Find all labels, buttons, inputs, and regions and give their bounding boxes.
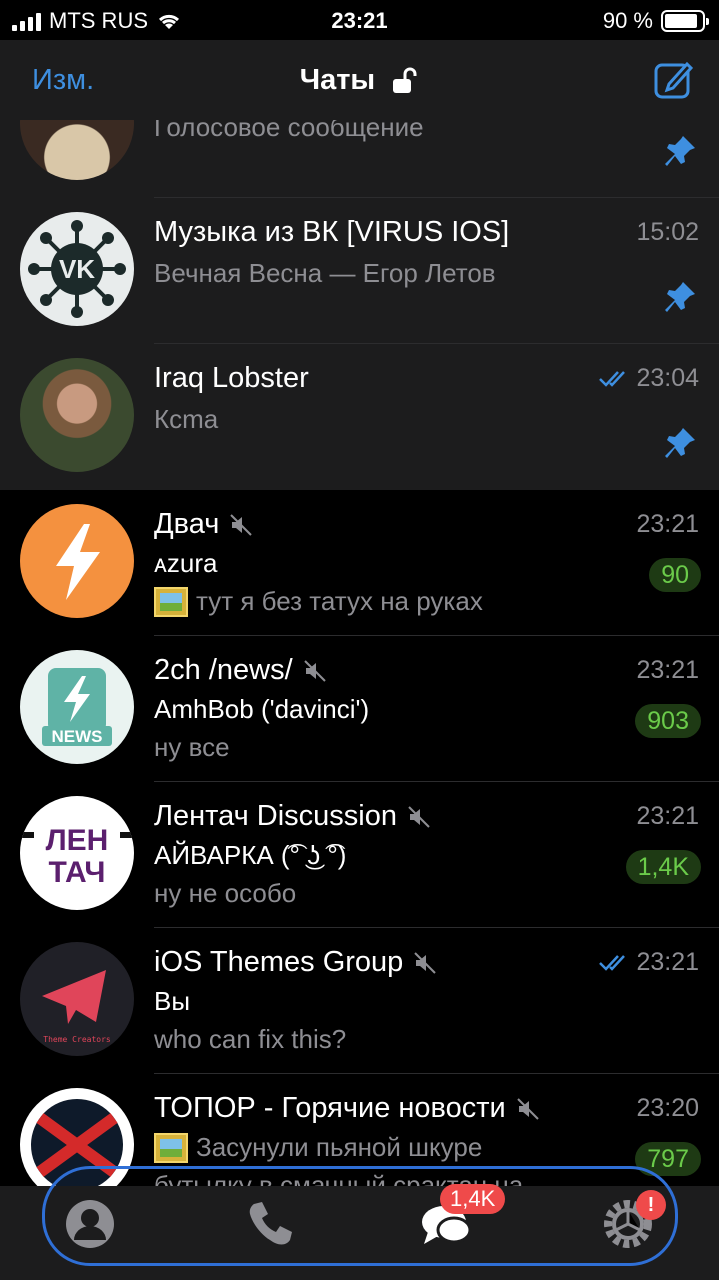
tab-calls[interactable] xyxy=(242,1196,298,1252)
avatar: ЛЕН ТАЧ xyxy=(20,796,134,910)
battery-percent: 90 % xyxy=(602,8,653,33)
lightning-logo-icon xyxy=(56,524,100,600)
chat-name: Музыка из ВК [VIRUS IOS] xyxy=(154,216,510,248)
chat-row[interactable]: ЛЕН ТАЧ Лентач Discussion 23:21 АЙВАРКА … xyxy=(0,782,719,928)
compose-icon[interactable] xyxy=(653,60,693,100)
avatar-lentach-line2: ТАЧ xyxy=(49,856,106,889)
chat-preview: Засунули пьяной шкуре xyxy=(196,1132,483,1162)
chat-time: 15:02 xyxy=(636,218,699,246)
photo-thumbnail-icon xyxy=(154,586,188,617)
muted-icon xyxy=(303,659,326,682)
avatar: Theme Creators xyxy=(20,942,134,1056)
pin-icon xyxy=(665,282,695,312)
settings-alert-badge: ! xyxy=(636,1190,666,1220)
unread-badge: 903 xyxy=(635,704,701,738)
chat-time: 23:21 xyxy=(598,948,699,977)
avatar: VK xyxy=(20,212,134,326)
pin-icon xyxy=(665,428,695,458)
tab-chats[interactable]: 1,4K xyxy=(418,1184,506,1252)
virus-logo-icon: VK xyxy=(28,220,126,318)
chat-preview-line: тут я без татух на руках xyxy=(154,586,483,617)
chat-time: 23:04 xyxy=(598,364,699,393)
chat-preview: тут я без татух на руках xyxy=(196,586,483,616)
chat-sender: АЙВАРКА (͡° ͜ʖ ͡°) xyxy=(154,840,347,870)
battery-icon xyxy=(661,10,709,32)
photo-thumbnail-icon xyxy=(154,1132,188,1163)
avatar-news-label: NEWS xyxy=(52,727,103,746)
page-title-group: Чаты xyxy=(0,64,719,97)
topor-logo-icon xyxy=(31,1099,123,1186)
avatar: NEWS xyxy=(20,650,134,764)
svg-text:VK: VK xyxy=(59,254,95,284)
avatar xyxy=(20,358,134,472)
news-logo-icon: NEWS xyxy=(42,668,112,746)
lentach-logo-icon: ЛЕН ТАЧ xyxy=(20,824,134,889)
chat-row[interactable]: ТОПОР - Горячие новости 23:20 Засунули п… xyxy=(0,1074,719,1186)
chat-name: Iraq Lobster xyxy=(154,362,309,394)
chat-time: 23:20 xyxy=(636,1094,699,1122)
avatar-lentach-line1: ЛЕН xyxy=(46,824,109,857)
pin-icon xyxy=(665,136,695,166)
chats-unread-badge: 1,4K xyxy=(440,1184,506,1214)
chat-name: Лентач Discussion xyxy=(154,800,431,833)
tab-settings[interactable]: ! xyxy=(600,1190,666,1252)
chat-row[interactable]: VK Музыка из ВК [VIRUS IOS] 15:02 Вечная… xyxy=(0,198,719,344)
chat-sender: AmhBob ('davinci') xyxy=(154,694,370,724)
chat-name: 2ch /news/ xyxy=(154,654,327,687)
chat-name: Двач xyxy=(154,508,253,541)
chat-row[interactable]: Голосовое сообщение xyxy=(0,120,719,198)
chat-name: ТОПОР - Горячие новости xyxy=(154,1092,540,1125)
navigation-bar: Изм. Чаты xyxy=(0,40,719,120)
chat-row[interactable]: NEWS 2ch /news/ 23:21 AmhBob ('davinci')… xyxy=(0,636,719,782)
chat-preview-line: Засунули пьяной шкуре xyxy=(154,1132,482,1163)
chat-preview: Вечная Весна — Егор Летов xyxy=(154,258,496,288)
unread-badge: 90 xyxy=(649,558,701,592)
chat-row[interactable]: Theme Creators iOS Themes Group 23:21 Вы… xyxy=(0,928,719,1074)
phone-icon xyxy=(249,1202,292,1245)
page-title: Чаты xyxy=(299,64,376,96)
tab-bar: 1,4K ! xyxy=(0,1184,719,1280)
chat-name: iOS Themes Group xyxy=(154,946,437,979)
chat-preview: Ксmа xyxy=(154,404,219,434)
avatar xyxy=(20,504,134,618)
double-check-icon xyxy=(599,370,626,387)
avatar-theme-creators-label: Theme Creators xyxy=(43,1035,111,1044)
avatar xyxy=(20,1088,134,1186)
muted-icon xyxy=(408,805,430,828)
contacts-icon xyxy=(66,1200,114,1248)
chat-row[interactable]: Iraq Lobster 23:04 Ксmа xyxy=(0,344,719,490)
chat-row[interactable]: Двач 23:21 ᴀzura тут я без татух на рука… xyxy=(0,490,719,636)
battery-group: 90 % xyxy=(602,8,709,34)
muted-icon xyxy=(230,513,253,536)
chat-list[interactable]: Голосовое сообщение VK Музыка из ВК [VIR… xyxy=(0,120,719,1186)
chat-preview: ну все xyxy=(154,732,230,762)
double-check-icon xyxy=(599,954,626,971)
muted-icon xyxy=(414,951,437,974)
chat-time: 23:21 xyxy=(636,656,699,684)
unread-badge: 797 xyxy=(635,1142,701,1176)
chat-time: 23:21 xyxy=(636,510,699,538)
unread-badge: 1,4K xyxy=(625,850,701,884)
chat-sender: ᴀzura xyxy=(154,548,218,578)
chat-time: 23:21 xyxy=(636,802,699,830)
chat-preview: who can fix this? xyxy=(154,1024,347,1054)
chat-sender: Вы xyxy=(154,986,191,1016)
muted-icon xyxy=(517,1097,539,1120)
paper-plane-logo-icon: Theme Creators xyxy=(42,970,111,1044)
unlocked-lock-icon[interactable] xyxy=(391,67,419,95)
tab-contacts[interactable] xyxy=(62,1196,118,1252)
status-bar: MTS RUS 23:21 90 % xyxy=(0,0,719,40)
chat-preview: Голосовое сообщение xyxy=(154,120,424,142)
avatar xyxy=(20,120,134,180)
chat-preview: ну не особо xyxy=(154,878,297,908)
